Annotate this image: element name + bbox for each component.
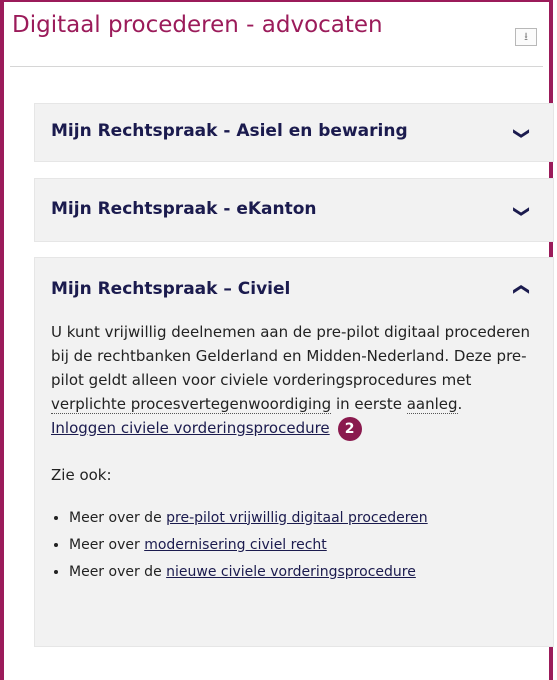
ref-link-pre-pilot[interactable]: pre-pilot vrijwillig digitaal procederen [166,510,428,526]
page-frame: Digitaal procederen - advocaten ⭳ Mijn R… [0,0,554,680]
ref-link-vorderingsprocedure[interactable]: nieuwe civiele vorderingsprocedure [166,564,416,580]
ref-link-modernisering[interactable]: modernisering civiel recht [144,537,327,553]
divider [10,66,543,67]
chevron-down-icon[interactable]: ❯ [513,205,532,218]
chevron-down-icon[interactable]: ❯ [513,127,532,140]
accordion-ekanton[interactable]: Mijn Rechtspraak - eKanton ❯ [34,178,554,242]
list-item: Meer over de pre-pilot vrijwillig digita… [69,505,541,532]
page-title: Digitaal procederen - advocaten [12,12,383,38]
accordion-asiel-label: Mijn Rechtspraak - Asiel en bewaring [51,121,408,141]
ref-prefix: Meer over de [69,509,167,526]
accordion-civiel-label: Mijn Rechtspraak – Civiel [51,279,291,299]
term-procesvertegenwoordiging[interactable]: verplichte procesvertegenwoordiging [51,395,332,414]
accordion-ekanton-label: Mijn Rechtspraak - eKanton [51,199,317,219]
intro-text-c: . [457,395,463,413]
list-item: Meer over modernisering civiel recht [69,532,541,559]
accordion-civiel-body: U kunt vrijwillig deelnemen aan de pre-p… [51,320,541,586]
intro-text-a: U kunt vrijwillig deelnemen aan de pre-p… [51,323,531,389]
login-civiel-link[interactable]: Inloggen civiele vorderingsprocedure [51,419,330,437]
chevron-up-icon[interactable]: ❮ [513,283,532,296]
see-also-label: Zie ook: [51,465,112,484]
reference-list: Meer over de pre-pilot vrijwillig digita… [51,505,541,586]
list-item: Meer over de nieuwe civiele vorderingspr… [69,559,541,586]
step-badge: 2 [337,416,362,441]
ref-prefix: Meer over de [69,563,167,580]
download-icon[interactable]: ⭳ [515,28,537,46]
accordion-asiel[interactable]: Mijn Rechtspraak - Asiel en bewaring ❯ [34,103,554,162]
ref-prefix: Meer over [69,536,145,553]
accordion-civiel[interactable]: Mijn Rechtspraak – Civiel ❮ U kunt vrijw… [34,257,554,647]
intro-text-b: in eerste [331,395,407,413]
term-aanleg[interactable]: aanleg [406,395,458,414]
